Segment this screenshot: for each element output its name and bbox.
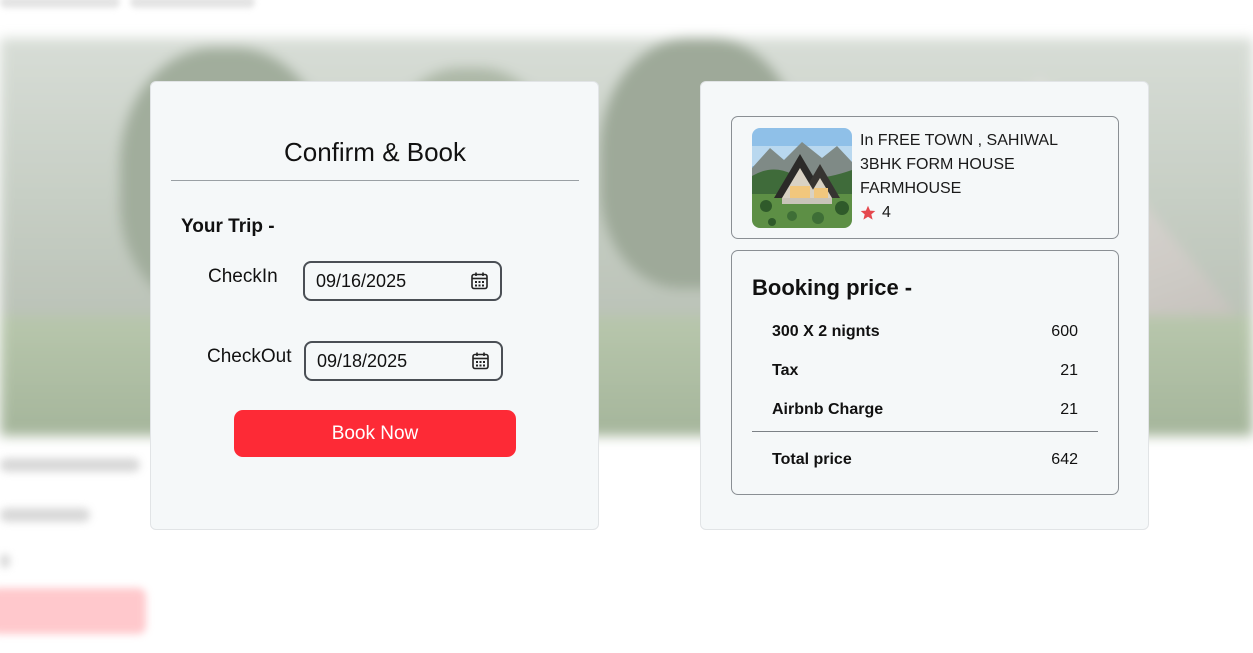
title-divider <box>171 180 579 181</box>
checkin-date-value: 09/16/2025 <box>316 270 407 291</box>
star-icon <box>860 205 876 220</box>
background-text <box>130 0 255 8</box>
rating-value: 4 <box>882 204 891 221</box>
checkin-date-input[interactable]: 09/16/2025 <box>303 261 502 301</box>
price-row-tax: Tax 21 <box>772 362 1078 380</box>
total-price-label: Total price <box>772 451 852 468</box>
booking-form-panel: Confirm & Book Your Trip - CheckIn 09/16… <box>150 81 599 530</box>
listing-info: In FREE TOWN , SAHIWAL 3BHK FORM HOUSE F… <box>860 129 1058 225</box>
checkout-label: CheckOut <box>207 346 292 367</box>
listing-thumbnail <box>752 128 852 228</box>
listing-location: In FREE TOWN , SAHIWAL <box>860 132 1058 149</box>
price-value: 600 <box>1051 323 1078 340</box>
listing-name: 3BHK FORM HOUSE <box>860 156 1015 173</box>
booking-summary-panel: In FREE TOWN , SAHIWAL 3BHK FORM HOUSE F… <box>700 81 1149 530</box>
background-text <box>0 0 120 8</box>
checkin-label: CheckIn <box>208 266 278 287</box>
listing-card[interactable]: In FREE TOWN , SAHIWAL 3BHK FORM HOUSE F… <box>731 116 1119 239</box>
book-now-button[interactable]: Book Now <box>234 410 516 457</box>
price-label: Airbnb Charge <box>772 401 884 418</box>
listing-rating: 4 <box>860 201 1058 225</box>
page: Confirm & Book Your Trip - CheckIn 09/16… <box>0 0 1253 653</box>
background-button <box>0 588 146 634</box>
price-heading: Booking price - <box>752 275 913 300</box>
total-price-value: 642 <box>1051 451 1078 468</box>
checkout-date-value: 09/18/2025 <box>317 350 408 371</box>
price-row-airbnb-charge: Airbnb Charge 21 <box>772 401 1078 419</box>
price-value: 21 <box>1060 401 1078 418</box>
price-row-nights: 300 X 2 nignts 600 <box>772 323 1078 341</box>
background-header <box>0 0 1253 38</box>
listing-category: FARMHOUSE <box>860 180 962 197</box>
trip-heading: Your Trip - <box>181 216 275 237</box>
booking-price-card: Booking price - 300 X 2 nignts 600 Tax 2… <box>731 250 1119 495</box>
price-row-total: Total price 642 <box>772 451 1078 469</box>
calendar-icon[interactable] <box>471 272 488 290</box>
price-label: Tax <box>772 362 799 379</box>
price-divider <box>752 431 1098 432</box>
price-value: 21 <box>1060 362 1078 379</box>
calendar-icon[interactable] <box>472 352 489 370</box>
checkout-date-input[interactable]: 09/18/2025 <box>304 341 503 381</box>
page-title: Confirm & Book <box>283 137 467 167</box>
price-label: 300 X 2 nignts <box>772 323 880 340</box>
